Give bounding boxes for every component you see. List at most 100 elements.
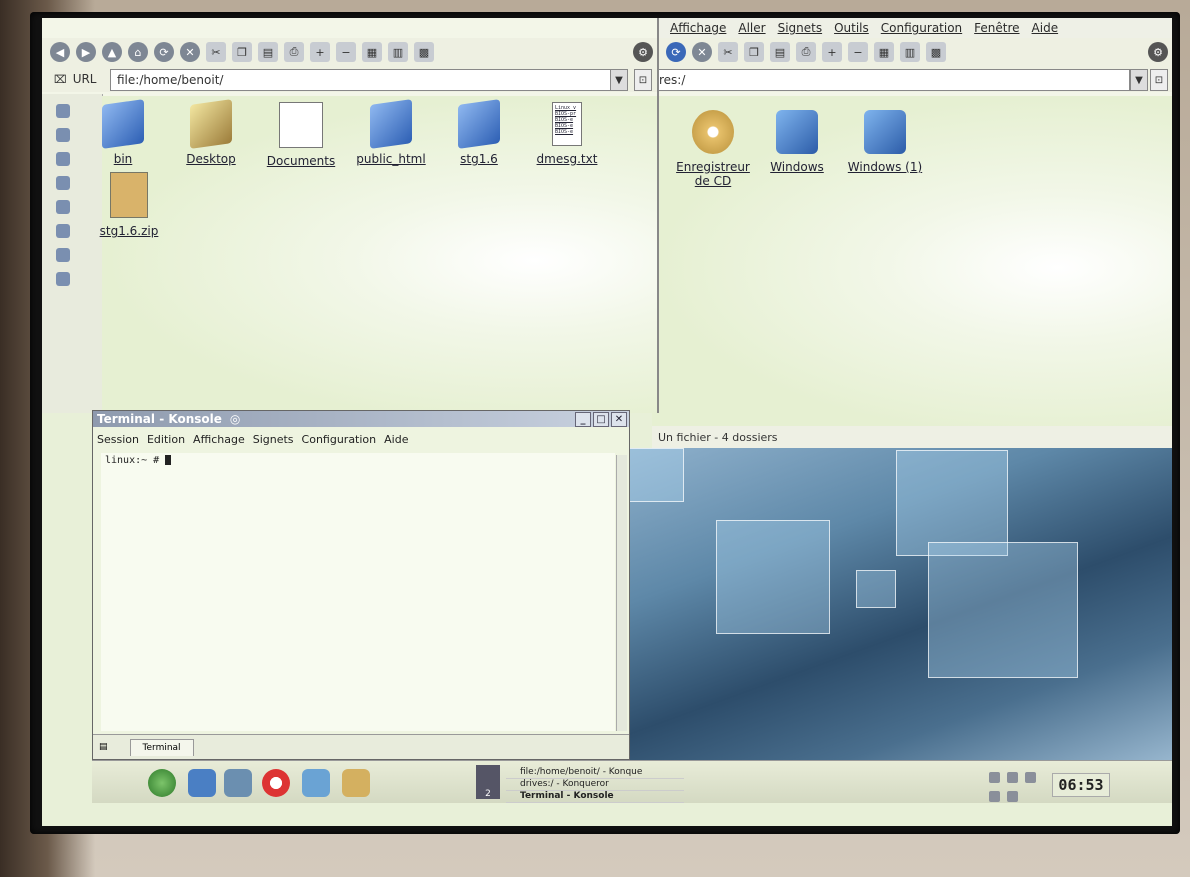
url-label: URL xyxy=(72,72,97,86)
minimize-icon[interactable]: _ xyxy=(575,412,591,427)
detail-view-icon[interactable]: ▥ xyxy=(388,42,408,62)
konsole-app-icon: ◎ xyxy=(229,412,241,426)
menu-edition[interactable]: Edition xyxy=(147,433,185,446)
menu-fenetre[interactable]: Fenêtre xyxy=(974,21,1019,35)
menu-outils[interactable]: Outils xyxy=(834,21,869,35)
status-text: Un fichier - 4 dossiers xyxy=(658,430,778,444)
file-item[interactable]: stg1.6.zip xyxy=(84,172,174,238)
up-icon[interactable]: ▲ xyxy=(102,42,122,62)
menu-aide[interactable]: Aide xyxy=(1032,21,1059,35)
menu-configuration[interactable]: Configuration xyxy=(881,21,962,35)
task-button[interactable]: file:/home/benoit/ - Konque xyxy=(506,767,684,779)
menu-configuration[interactable]: Configuration xyxy=(302,433,377,446)
location-input[interactable]: file:/home/benoit/ xyxy=(110,69,624,91)
task-button[interactable]: Terminal - Konsole xyxy=(506,791,684,803)
terminal-scrollbar[interactable] xyxy=(616,455,627,731)
zoom-in-icon[interactable]: + xyxy=(310,42,330,62)
folder-icon xyxy=(102,99,144,149)
taskbar-tasks: file:/home/benoit/ - Konque drives:/ - K… xyxy=(506,767,684,803)
home-launcher-icon[interactable] xyxy=(188,769,216,797)
location-input[interactable]: res:/ xyxy=(652,69,1130,91)
network-tray-icon[interactable] xyxy=(989,791,1000,802)
forward-icon[interactable]: ▶ xyxy=(76,42,96,62)
file-item[interactable]: Enregistreur de CD xyxy=(668,110,758,188)
stop-icon[interactable]: ✕ xyxy=(180,42,200,62)
file-item[interactable]: public_html xyxy=(346,99,436,166)
reload-icon[interactable]: ⟳ xyxy=(666,42,686,62)
cut-icon[interactable]: ✂ xyxy=(718,42,738,62)
terminal-area[interactable]: linux:~ # xyxy=(101,453,615,731)
file-item[interactable]: Desktop xyxy=(166,99,256,166)
close-icon[interactable]: ✕ xyxy=(611,412,627,427)
menu-signets[interactable]: Signets xyxy=(253,433,294,446)
windows-drive-icon xyxy=(776,110,818,154)
icon-view-icon[interactable]: ▦ xyxy=(362,42,382,62)
detail-view-icon[interactable]: ▥ xyxy=(900,42,920,62)
terminal-tab[interactable]: Terminal xyxy=(129,738,194,756)
location-clear-icon[interactable]: ⌧ xyxy=(54,73,67,86)
office-launcher-icon[interactable] xyxy=(342,769,370,797)
file-label: Windows (1) xyxy=(847,160,923,174)
menu-affichage[interactable]: Affichage xyxy=(193,433,245,446)
bookmark-location-icon[interactable]: ⊡ xyxy=(634,69,652,91)
browser-launcher-icon[interactable] xyxy=(302,769,330,797)
bookmarks-icon[interactable] xyxy=(56,104,70,118)
file-item[interactable]: Windows (1) xyxy=(840,110,930,174)
terminal-tab-label: Terminal xyxy=(142,742,181,753)
clipboard-icon[interactable] xyxy=(989,772,1000,783)
menu-aide[interactable]: Aide xyxy=(384,433,408,446)
text-cursor xyxy=(165,455,172,465)
home-icon[interactable]: ⌂ xyxy=(128,42,148,62)
file-item[interactable]: Windows xyxy=(752,110,842,174)
home-folder-icon[interactable] xyxy=(56,152,70,166)
file-item[interactable]: Linux v BIOS-pr BIOS-e BIOS-e BIOS-e dme… xyxy=(522,102,612,166)
icon-view-icon[interactable]: ▦ xyxy=(874,42,894,62)
clear-location-icon[interactable]: ⊡ xyxy=(1150,69,1168,91)
location-dropdown-icon[interactable]: ▼ xyxy=(1130,69,1148,91)
paste-icon[interactable]: ▤ xyxy=(770,42,790,62)
copy-icon[interactable]: ❐ xyxy=(232,42,252,62)
file-view: Enregistreur de CD Windows Windows (1) xyxy=(652,96,1172,426)
back-icon[interactable]: ◀ xyxy=(50,42,70,62)
menu-aller[interactable]: Aller xyxy=(738,21,765,35)
root-folder-icon[interactable] xyxy=(56,200,70,214)
file-item[interactable]: stg1.6 xyxy=(434,99,524,166)
tree-view-icon[interactable]: ▩ xyxy=(926,42,946,62)
help-launcher-icon[interactable] xyxy=(262,769,290,797)
window-titlebar[interactable]: Terminal - Konsole ◎ _ □ ✕ xyxy=(93,411,629,427)
location-dropdown-icon[interactable]: ▼ xyxy=(610,69,628,91)
volume-icon[interactable] xyxy=(1007,772,1019,783)
paste-icon[interactable]: ▤ xyxy=(258,42,278,62)
battery-icon[interactable] xyxy=(1025,772,1037,783)
file-item[interactable]: Documents xyxy=(256,102,346,168)
zoom-out-icon[interactable]: − xyxy=(336,42,356,62)
history-icon[interactable] xyxy=(56,128,70,142)
maximize-icon[interactable]: □ xyxy=(593,412,609,427)
desktop-launcher-icon[interactable] xyxy=(224,769,252,797)
copy-icon[interactable]: ❐ xyxy=(744,42,764,62)
sidebar-tree-icon[interactable] xyxy=(56,272,70,286)
reload-icon[interactable]: ⟳ xyxy=(154,42,174,62)
zoom-out-icon[interactable]: − xyxy=(848,42,868,62)
file-item[interactable]: bin xyxy=(78,99,168,166)
print-icon[interactable]: ⎙ xyxy=(796,42,816,62)
cut-icon[interactable]: ✂ xyxy=(206,42,226,62)
updater-icon[interactable] xyxy=(1007,791,1019,802)
network-icon[interactable] xyxy=(56,176,70,190)
file-label: dmesg.txt xyxy=(536,152,598,166)
menu-session[interactable]: Session xyxy=(97,433,139,446)
menu-signets[interactable]: Signets xyxy=(778,21,823,35)
task-button[interactable]: drives:/ - Konqueror xyxy=(506,779,684,791)
stop-icon[interactable]: ✕ xyxy=(692,42,712,62)
menu-affichage[interactable]: Affichage xyxy=(670,21,726,35)
new-session-icon[interactable]: ▤ xyxy=(99,742,108,752)
sidebar-media-icon[interactable] xyxy=(56,248,70,262)
clock[interactable]: 06:53 xyxy=(1052,773,1110,797)
suse-menu-icon[interactable] xyxy=(148,769,176,797)
tree-view-icon[interactable]: ▩ xyxy=(414,42,434,62)
services-icon[interactable] xyxy=(56,224,70,238)
zoom-in-icon[interactable]: + xyxy=(822,42,842,62)
desktop-pager[interactable]: 2 xyxy=(476,765,500,799)
wallpaper-glass-pane xyxy=(928,542,1078,678)
print-icon[interactable]: ⎙ xyxy=(284,42,304,62)
